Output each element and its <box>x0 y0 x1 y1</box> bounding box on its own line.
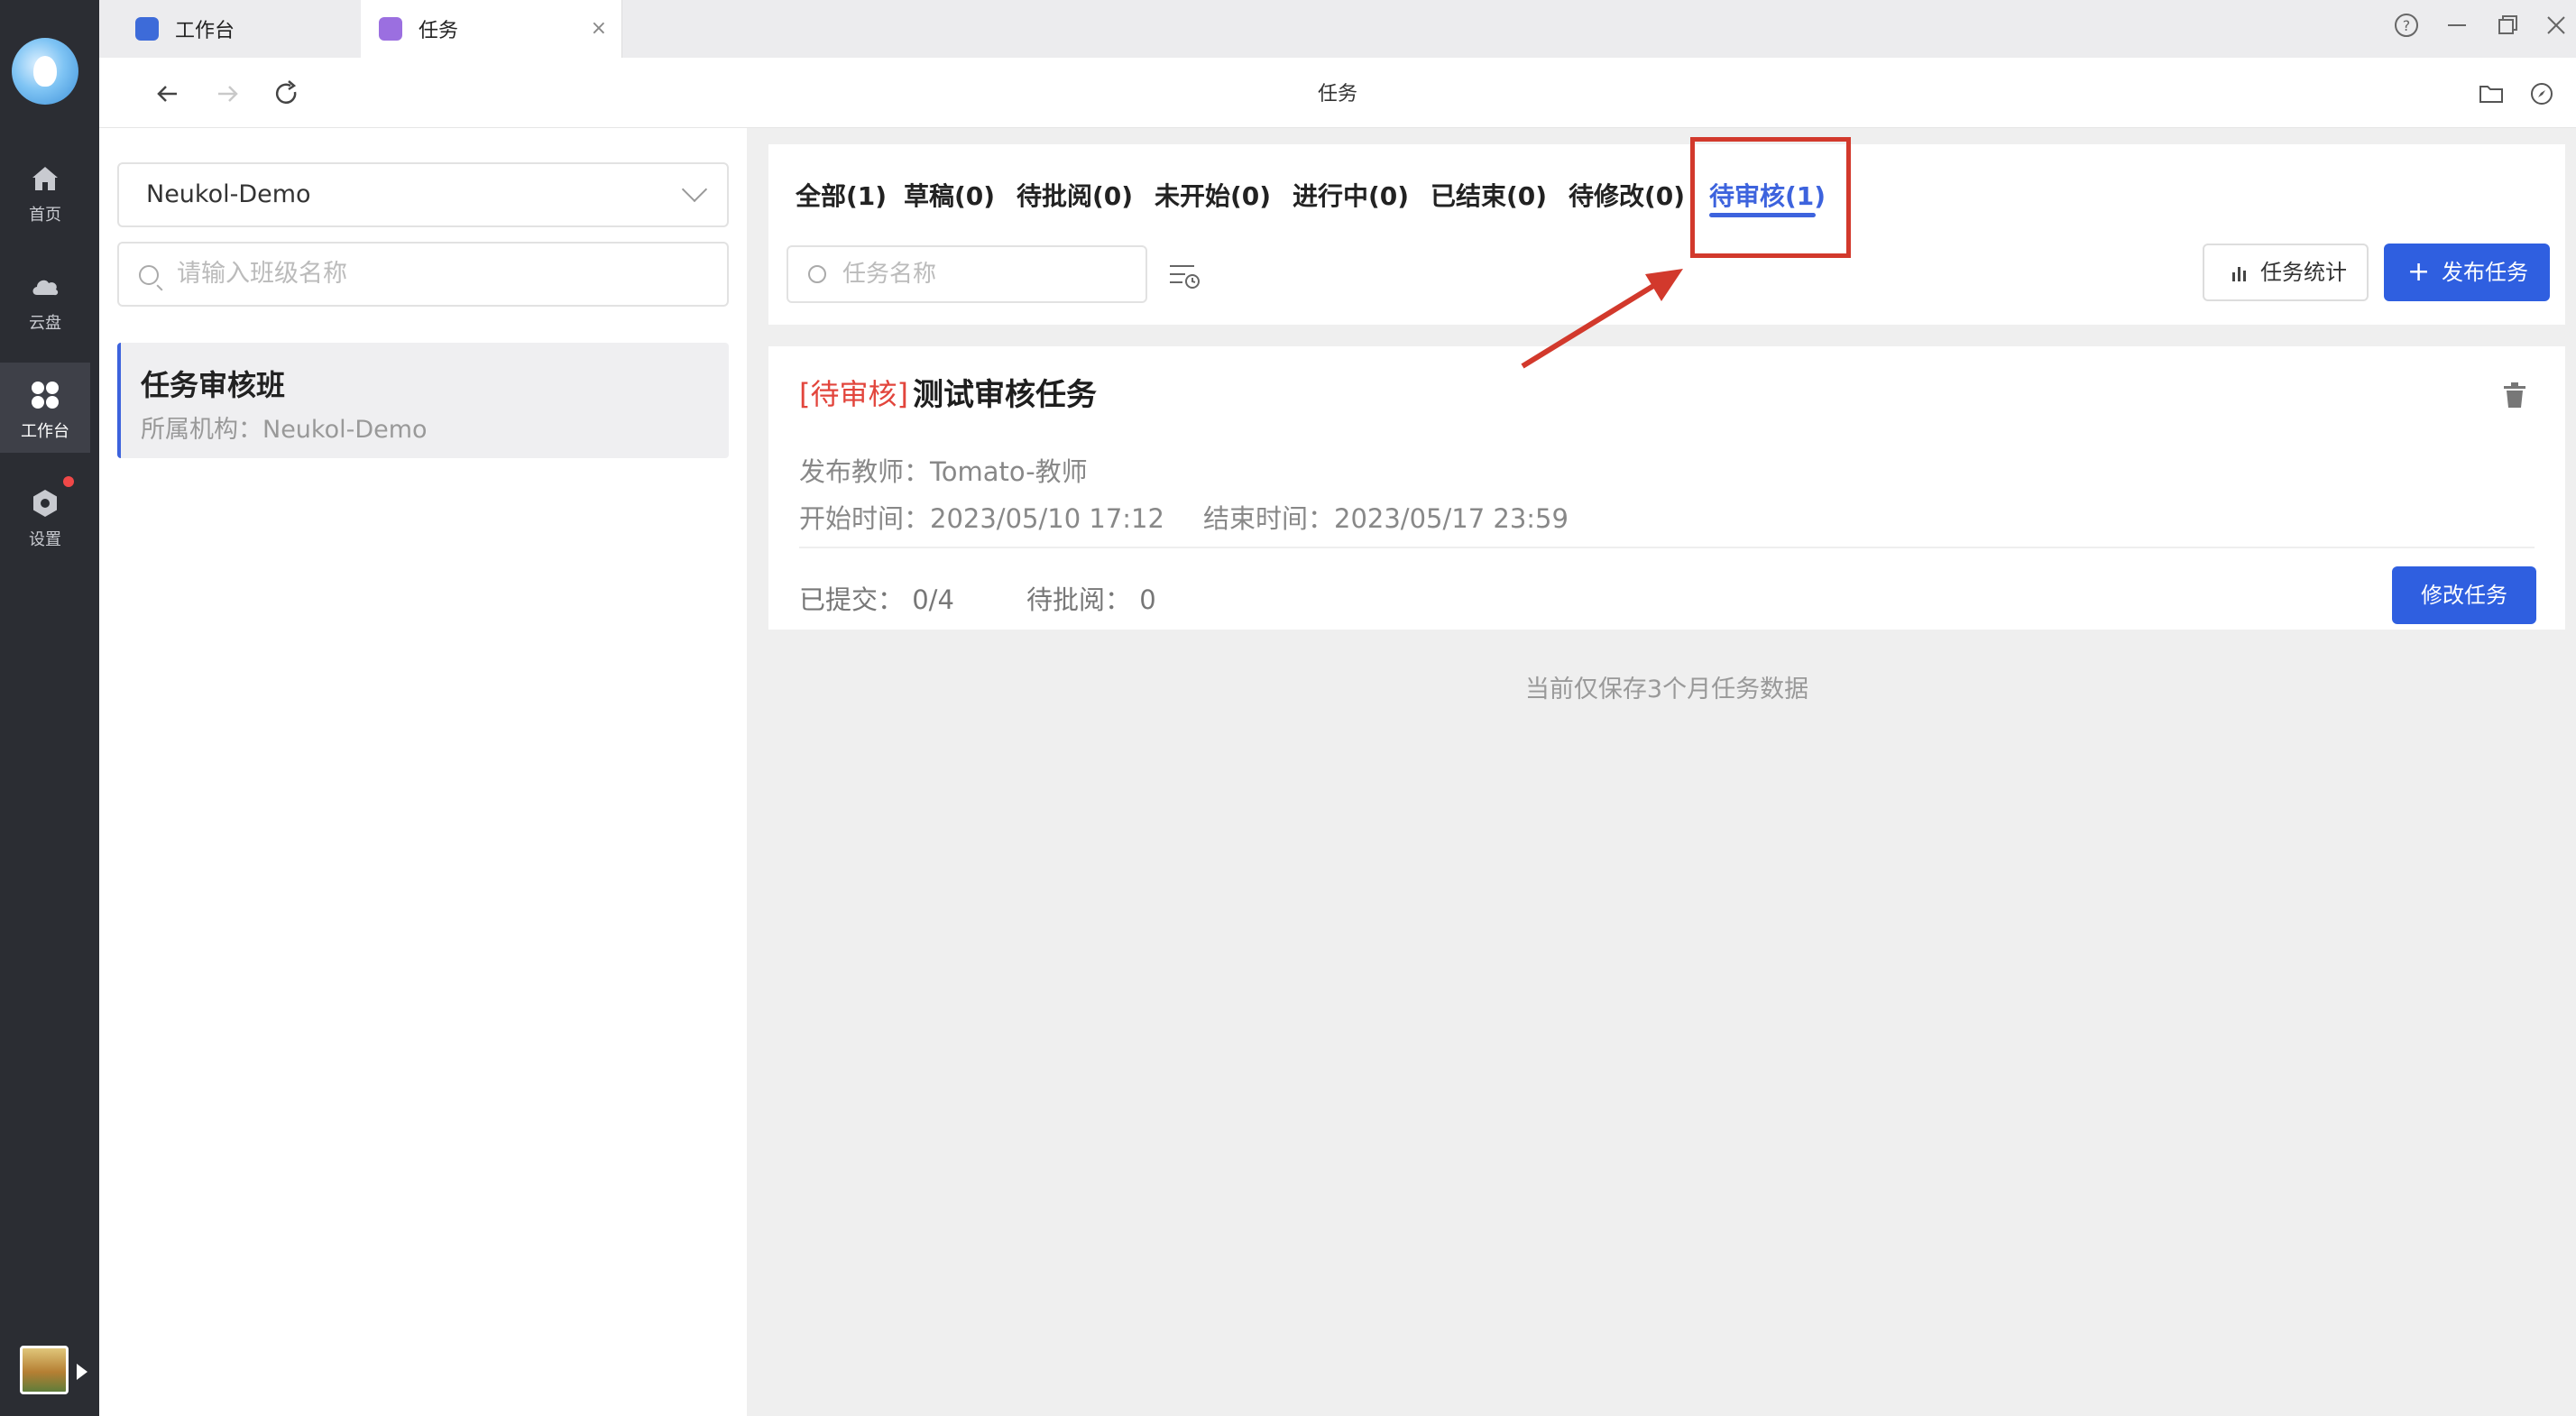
folder-icon[interactable] <box>2475 78 2507 110</box>
retention-note: 当前仅保存3个月任务数据 <box>1524 676 1809 703</box>
search-icon <box>139 265 159 285</box>
media-thumbnail[interactable] <box>20 1346 69 1394</box>
rail-label-workbench: 工作台 <box>21 422 69 441</box>
task-start-time: 开始时间：2023/05/10 17:12 <box>799 503 1164 534</box>
play-icon[interactable] <box>77 1364 87 1380</box>
tab-task[interactable]: 任务 × <box>361 0 622 58</box>
trash-icon[interactable] <box>2504 382 2525 408</box>
rail-item-workbench[interactable]: 工作台 <box>0 363 90 453</box>
filter-tab-to-modify[interactable]: 待修改(0) <box>1569 177 1685 213</box>
bar-chart-icon <box>2232 267 2246 281</box>
task-title: 测试审核任务 <box>913 377 1097 413</box>
org-select[interactable]: Neukol-Demo <box>117 162 729 227</box>
rail-label-settings: 设置 <box>29 530 61 549</box>
task-stats-button[interactable]: 任务统计 <box>2203 244 2369 301</box>
workbench-app-icon <box>135 17 159 41</box>
home-icon <box>32 167 58 190</box>
filter-tab-draft[interactable]: 草稿(0) <box>904 177 995 213</box>
filter-tab-not-started[interactable]: 未开始(0) <box>1155 177 1271 213</box>
class-list-item[interactable]: 任务审核班 所属机构：Neukol-Demo <box>117 343 729 458</box>
task-end-time: 结束时间：2023/05/17 23:59 <box>1203 503 1569 534</box>
edit-task-button[interactable]: 修改任务 <box>2392 566 2536 624</box>
class-name: 任务审核班 <box>141 368 286 402</box>
search-icon <box>808 265 826 283</box>
task-stats-label: 任务统计 <box>2260 260 2347 285</box>
settings-icon <box>33 490 57 517</box>
notification-dot <box>63 476 74 487</box>
chevron-down-icon <box>681 176 708 203</box>
class-org: 所属机构：Neukol-Demo <box>141 416 428 444</box>
tab-strip: 工作台 任务 × ? <box>99 0 2576 58</box>
app-rail: 首页 云盘 工作台 设置 <box>0 0 99 1416</box>
filter-tab-in-progress[interactable]: 进行中(0) <box>1293 177 1409 213</box>
cloud-icon <box>32 280 59 296</box>
compass-icon[interactable] <box>2525 78 2558 110</box>
task-teacher: 发布教师：Tomato-教师 <box>799 456 1088 487</box>
org-select-value: Neukol-Demo <box>146 180 311 208</box>
window-close-icon[interactable] <box>2542 11 2571 40</box>
tab-task-label: 任务 <box>419 20 459 42</box>
task-submitted-count: 已提交： 0/4 <box>799 584 954 615</box>
help-icon[interactable]: ? <box>2392 11 2421 40</box>
rail-label-cloud: 云盘 <box>29 314 61 333</box>
tab-workbench-label: 工作台 <box>175 20 235 42</box>
tab-workbench[interactable]: 工作台 <box>117 0 370 58</box>
task-app-icon <box>379 17 402 41</box>
rail-item-cloud[interactable]: 云盘 <box>0 254 90 345</box>
plus-icon: + <box>2407 256 2431 288</box>
task-status-badge: [待审核] <box>799 377 908 411</box>
publish-task-label: 发布任务 <box>2442 260 2528 285</box>
filter-clock-icon[interactable] <box>1167 258 1201 292</box>
rail-item-home[interactable]: 首页 <box>0 146 90 236</box>
close-icon[interactable]: × <box>591 17 607 40</box>
annotation-arrow-icon <box>1521 269 1683 369</box>
nav-bar: 任务 <box>99 58 2576 128</box>
filter-tab-to-review[interactable]: 待批阅(0) <box>1017 177 1133 213</box>
grid-icon <box>32 382 59 409</box>
card-divider <box>799 547 2535 548</box>
filter-tab-ended[interactable]: 已结束(0) <box>1431 177 1547 213</box>
filter-tab-all[interactable]: 全部(1) <box>796 177 887 213</box>
task-search-placeholder: 任务名称 <box>842 261 937 288</box>
rail-item-settings[interactable]: 设置 <box>0 471 90 561</box>
restore-icon[interactable] <box>2493 11 2522 40</box>
rail-label-home: 首页 <box>29 206 61 225</box>
task-search-input[interactable]: 任务名称 <box>787 245 1147 303</box>
minimize-icon[interactable] <box>2443 11 2471 40</box>
class-panel: Neukol-Demo 请输入班级名称 任务审核班 所属机构：Neukol-De… <box>99 128 747 1416</box>
annotation-highlight-box <box>1690 137 1851 258</box>
user-avatar[interactable] <box>12 38 78 105</box>
page-title: 任务 <box>1317 83 1357 106</box>
class-search-placeholder: 请输入班级名称 <box>177 260 347 288</box>
task-to-review-count: 待批阅： 0 <box>1026 584 1156 615</box>
task-card[interactable]: [待审核] 测试审核任务 发布教师：Tomato-教师 开始时间：2023/05… <box>768 346 2565 630</box>
publish-task-button[interactable]: + 发布任务 <box>2384 244 2550 301</box>
svg-text:?: ? <box>2403 17 2411 34</box>
class-search-input[interactable]: 请输入班级名称 <box>117 242 729 307</box>
